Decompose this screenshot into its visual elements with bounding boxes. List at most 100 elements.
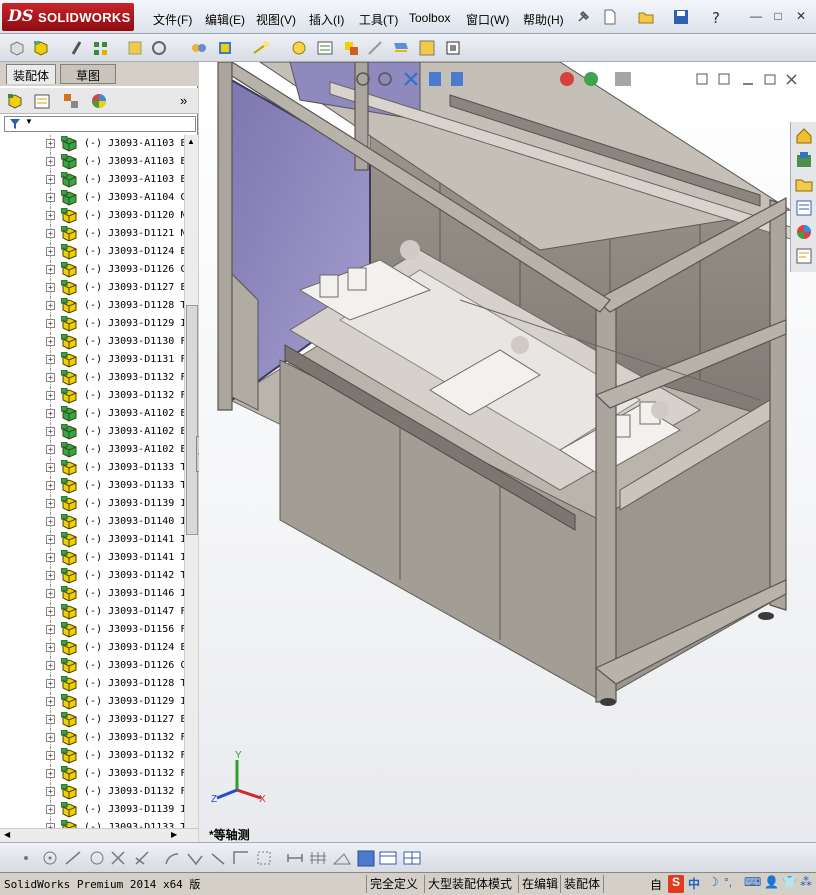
tree-row[interactable]: + (-) J3093-D1132 F — [0, 783, 184, 801]
tree-row[interactable]: + (-) J3093-A1102 E — [0, 423, 184, 441]
menu-toolbox[interactable]: Toolbox — [409, 11, 450, 25]
ime-tools-icon[interactable]: ⁂ — [800, 875, 812, 889]
expand-panel-icon[interactable]: » — [180, 93, 187, 108]
sogou-ime-icon[interactable]: S — [668, 875, 684, 893]
tree-row[interactable]: + (-) J3093-D1141 I — [0, 531, 184, 549]
expand-node-icon[interactable]: + — [46, 355, 55, 364]
tree-row[interactable]: + (-) J3093-D1121 N — [0, 225, 184, 243]
ime-mode-label[interactable]: 自 — [650, 876, 662, 893]
large-assembly-icon[interactable] — [444, 39, 462, 57]
expand-node-icon[interactable]: + — [46, 787, 55, 796]
heads-up-view-toolbar[interactable] — [351, 68, 651, 90]
new-motion-study-icon[interactable] — [290, 39, 308, 57]
tree-row[interactable]: + (-) J3093-D1127 E — [0, 711, 184, 729]
tree-row[interactable]: + (-) J3093-D1133 T — [0, 459, 184, 477]
expand-node-icon[interactable]: + — [46, 175, 55, 184]
expand-node-icon[interactable]: + — [46, 751, 55, 760]
expand-node-icon[interactable]: + — [46, 607, 55, 616]
ime-halfwidth-icon[interactable]: ☽ — [708, 875, 719, 889]
tree-row[interactable]: + (-) J3093-D1133 T — [0, 477, 184, 495]
expand-node-icon[interactable]: + — [46, 697, 55, 706]
tree-row[interactable]: + (-) J3093-D1146 I — [0, 585, 184, 603]
smart-fasteners-icon[interactable] — [126, 39, 144, 57]
expand-node-icon[interactable]: + — [46, 265, 55, 274]
expand-node-icon[interactable]: + — [46, 211, 55, 220]
filter-dropdown-icon[interactable]: ▼ — [25, 117, 33, 126]
pin-icon[interactable] — [574, 8, 592, 26]
expand-node-icon[interactable]: + — [46, 283, 55, 292]
expand-node-icon[interactable]: + — [46, 229, 55, 238]
tree-vertical-scrollbar[interactable]: ▲ — [184, 135, 198, 828]
tab-assembly[interactable]: 装配体 — [6, 64, 57, 84]
menu-insert[interactable]: 插入(I) — [309, 11, 344, 28]
menu-view[interactable]: 视图(V) — [256, 11, 296, 28]
expand-node-icon[interactable]: + — [46, 517, 55, 526]
maximize-button[interactable]: □ — [770, 9, 786, 23]
expand-node-icon[interactable]: + — [46, 157, 55, 166]
open-folder-icon[interactable] — [637, 8, 655, 26]
help-icon[interactable]: ? — [708, 8, 726, 26]
display-manager-icon[interactable] — [90, 92, 108, 110]
filter-funnel-icon[interactable] — [9, 118, 21, 130]
expand-node-icon[interactable]: + — [46, 481, 55, 490]
exploded-view-icon[interactable] — [342, 39, 360, 57]
tree-row[interactable]: + (-) J3093-A1103 E — [0, 153, 184, 171]
status-large-assembly-mode[interactable]: 大型装配体模式 — [424, 875, 515, 893]
expand-node-icon[interactable]: + — [46, 571, 55, 580]
ime-punctuation-icon[interactable]: °, — [724, 875, 732, 889]
tree-row[interactable]: + (-) J3093-D1130 F — [0, 333, 184, 351]
sketch-tools-strip[interactable] — [18, 848, 438, 868]
linear-pattern-icon[interactable] — [92, 39, 110, 57]
tree-row[interactable]: + (-) J3093-D1124 E — [0, 243, 184, 261]
menu-edit[interactable]: 编辑(E) — [205, 11, 245, 28]
tree-row[interactable]: + (-) J3093-D1139 I — [0, 801, 184, 819]
tree-row[interactable]: + (-) J3093-D1129 I — [0, 315, 184, 333]
expand-node-icon[interactable]: + — [46, 679, 55, 688]
tree-row[interactable]: + (-) J3093-D1128 T — [0, 297, 184, 315]
ime-chinese-toggle[interactable]: 中 — [688, 875, 700, 892]
configuration-manager-icon[interactable] — [62, 92, 80, 110]
tree-filter-input[interactable]: ▼ — [4, 116, 196, 132]
expand-node-icon[interactable]: + — [46, 553, 55, 562]
expand-node-icon[interactable]: + — [46, 409, 55, 418]
expand-node-icon[interactable]: + — [46, 391, 55, 400]
ime-user-icon[interactable]: 👤 — [764, 875, 779, 889]
scroll-up-icon[interactable]: ▲ — [187, 137, 195, 146]
expand-node-icon[interactable]: + — [46, 769, 55, 778]
tree-row[interactable]: + (-) J3093-D1147 F — [0, 603, 184, 621]
explode-line-sketch-icon[interactable] — [366, 39, 384, 57]
save-icon[interactable] — [672, 8, 690, 26]
tree-row[interactable]: + (-) J3093-D1132 F — [0, 387, 184, 405]
instant3d-icon[interactable] — [418, 39, 436, 57]
tree-row[interactable]: + (-) J3093-A1102 E — [0, 441, 184, 459]
interference-detection-icon[interactable] — [392, 39, 410, 57]
new-document-icon[interactable] — [601, 8, 619, 26]
expand-node-icon[interactable]: + — [46, 535, 55, 544]
mate-icon[interactable] — [68, 39, 86, 57]
expand-node-icon[interactable]: + — [46, 805, 55, 814]
assembly-features-icon[interactable] — [216, 39, 234, 57]
tree-row[interactable]: + (-) J3093-A1102 E — [0, 405, 184, 423]
show-hidden-icon[interactable] — [190, 39, 208, 57]
tree-row[interactable]: + (-) J3093-D1156 F — [0, 621, 184, 639]
tree-row[interactable]: + (-) J3093-D1124 E — [0, 639, 184, 657]
scroll-right-icon[interactable]: ▶ — [171, 830, 177, 839]
expand-node-icon[interactable]: + — [46, 445, 55, 454]
expand-node-icon[interactable]: + — [46, 427, 55, 436]
feature-manager-tree-icon[interactable] — [6, 92, 24, 110]
expand-node-icon[interactable]: + — [46, 373, 55, 382]
tab-sketch[interactable]: 草图 — [60, 64, 116, 84]
tree-row[interactable]: + (-) J3093-D1128 T — [0, 675, 184, 693]
expand-node-icon[interactable]: + — [46, 625, 55, 634]
expand-node-icon[interactable]: + — [46, 643, 55, 652]
tree-row[interactable]: + (-) J3093-D1126 C — [0, 657, 184, 675]
tree-row[interactable]: + (-) J3093-D1132 F — [0, 765, 184, 783]
viewport-window-controls[interactable] — [695, 72, 805, 88]
expand-node-icon[interactable]: + — [46, 247, 55, 256]
menu-file[interactable]: 文件(F) — [153, 11, 192, 28]
tree-row[interactable]: + (-) J3093-A1103 E — [0, 135, 184, 153]
menu-tools[interactable]: 工具(T) — [359, 11, 398, 28]
tree-row[interactable]: + (-) J3093-D1139 I — [0, 495, 184, 513]
expand-node-icon[interactable]: + — [46, 337, 55, 346]
insert-component-icon[interactable] — [32, 39, 50, 57]
